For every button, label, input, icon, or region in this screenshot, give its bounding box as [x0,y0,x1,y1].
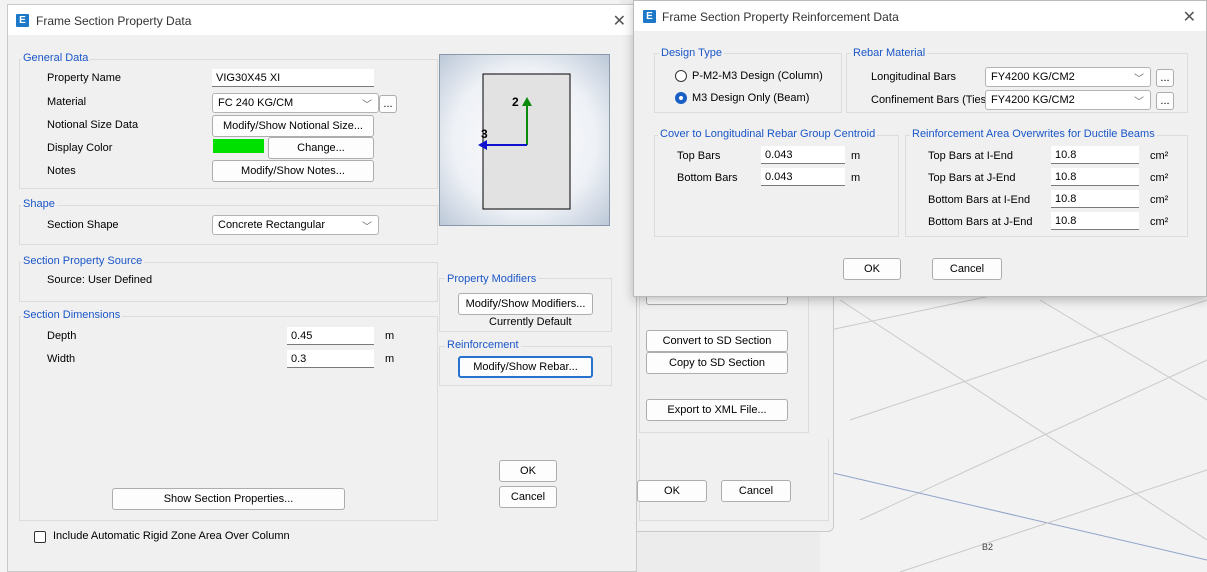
main-titlebar[interactable]: E Frame Section Property Data ✕ [8,5,636,35]
cover-top-label: Top Bars [677,150,721,162]
overwrite-row-input[interactable] [1051,168,1139,186]
rebar-dialog-title: Frame Section Property Reinforcement Dat… [662,10,899,24]
reinforcement-label: Reinforcement [445,339,521,351]
depth-input[interactable] [287,327,374,345]
section-preview: 2 3 [439,54,610,226]
longitudinal-bars-label: Longitudinal Bars [871,71,957,83]
cover-bottom-input[interactable] [761,168,845,186]
design-type-label: Design Type [659,47,724,59]
width-unit: m [385,353,395,365]
notes-label: Notes [47,165,76,177]
main-dialog-title: Frame Section Property Data [36,14,192,28]
modify-notes-button[interactable]: Modify/Show Notes... [212,160,374,182]
modify-modifiers-button[interactable]: Modify/Show Modifiers... [458,293,593,315]
section-shape-select[interactable]: Concrete Rectangular ﹀ [212,215,379,235]
rebar-material-label: Rebar Material [851,47,928,59]
property-modifiers-label: Property Modifiers [445,273,539,285]
rebar-data-dialog: E Frame Section Property Reinforcement D… [633,0,1207,297]
confinement-bars-label: Confinement Bars (Ties) [871,94,990,106]
copy-to-sd-section-button[interactable]: Copy to SD Section [646,352,788,374]
overwrite-row-unit: cm² [1150,172,1169,184]
source-text: Source: User Defined [47,274,153,286]
material-ellipsis-button[interactable]: ... [379,95,397,113]
overwrites-label: Reinforcement Area Overwrites for Ductil… [910,128,1157,140]
close-icon[interactable]: ✕ [613,11,626,31]
etabs-app-icon: E [16,14,29,27]
overwrite-row-unit: cm² [1150,150,1169,162]
chevron-down-icon: ﹀ [1134,97,1144,108]
design-type-beam-radio[interactable] [675,92,687,104]
notional-size-label: Notional Size Data [47,119,139,131]
cover-top-unit: m [851,150,861,162]
close-icon[interactable]: ✕ [1183,7,1196,27]
overwrite-row-unit: cm² [1150,216,1169,228]
show-section-properties-button[interactable]: Show Section Properties... [112,488,345,510]
overwrite-row-input[interactable] [1051,212,1139,230]
section-preview-drawing: 2 3 [478,73,571,210]
overwrite-row-label: Bottom Bars at J-End [928,216,1033,228]
design-type-beam-label: M3 Design Only (Beam) [692,92,810,104]
cover-top-input[interactable] [761,146,845,164]
confinement-bars-value: FY4200 KG/CM2 [991,94,1075,106]
general-data-label: General Data [21,52,91,64]
width-input[interactable] [287,350,374,368]
section-property-source-label: Section Property Source [21,255,145,267]
export-to-xml-button[interactable]: Export to XML File... [646,399,788,421]
longitudinal-bars-select[interactable]: FY4200 KG/CM2 ﹀ [985,67,1151,87]
frame-section-middle-dialog: Convert to SD Section Copy to SD Section… [620,280,834,532]
longitudinal-ellipsis-button[interactable]: ... [1156,69,1174,87]
overwrite-row-unit: cm² [1150,194,1169,206]
modifiers-status: Currently Default [489,316,572,328]
overwrite-row-input[interactable] [1051,190,1139,208]
rebar-ok-button[interactable]: OK [843,258,901,280]
longitudinal-bars-value: FY4200 KG/CM2 [991,71,1075,83]
chevron-down-icon: ﹀ [362,100,372,111]
cover-label: Cover to Longitudinal Rebar Group Centro… [658,128,878,140]
design-type-group [654,53,842,113]
middle-ok-button[interactable]: OK [637,480,707,502]
main-cancel-button[interactable]: Cancel [499,486,557,508]
overwrite-row-label: Top Bars at J-End [928,172,1016,184]
width-label: Width [47,353,76,365]
cover-bottom-unit: m [851,172,861,184]
material-select[interactable]: FC 240 KG/CM ﹀ [212,93,379,113]
cover-bottom-label: Bottom Bars [677,172,738,184]
main-ok-button[interactable]: OK [499,460,557,482]
confinement-bars-select[interactable]: FY4200 KG/CM2 ﹀ [985,90,1151,110]
material-label: Material [47,96,87,108]
property-name-label: Property Name [47,72,121,84]
grid-bubble-label: B2 [982,542,993,552]
change-color-button[interactable]: Change... [268,137,374,159]
confinement-ellipsis-button[interactable]: ... [1156,92,1174,110]
modify-rebar-button[interactable]: Modify/Show Rebar... [458,356,593,378]
middle-cancel-button[interactable]: Cancel [721,480,791,502]
section-dimensions-label: Section Dimensions [21,309,123,321]
frame-section-property-dialog: E Frame Section Property Data ✕ General … [7,4,637,572]
display-color-label: Display Color [47,142,113,154]
depth-unit: m [385,330,395,342]
axis-3-label: 3 [481,127,488,141]
overwrite-row-input[interactable] [1051,146,1139,164]
material-select-value: FC 240 KG/CM [218,97,294,109]
rigid-zone-label: Include Automatic Rigid Zone Area Over C… [53,530,290,542]
section-shape-value: Concrete Rectangular [218,219,326,231]
property-name-input[interactable] [212,69,374,87]
overwrite-row-label: Bottom Bars at I-End [928,194,1031,206]
etabs-app-icon: E [643,10,656,23]
convert-to-sd-section-button[interactable]: Convert to SD Section [646,330,788,352]
design-type-column-radio[interactable] [675,70,687,82]
overwrite-row-label: Top Bars at I-End [928,150,1013,162]
depth-label: Depth [47,330,77,342]
display-color-swatch[interactable] [213,139,264,153]
axis-2-label: 2 [512,95,519,109]
rebar-cancel-button[interactable]: Cancel [932,258,1002,280]
shape-label: Shape [21,198,57,210]
rigid-zone-checkbox[interactable] [34,531,46,543]
rebar-titlebar[interactable]: E Frame Section Property Reinforcement D… [634,1,1206,31]
section-shape-label: Section Shape [47,219,119,231]
design-type-column-label: P-M2-M3 Design (Column) [692,70,823,82]
chevron-down-icon: ﹀ [362,222,372,233]
modify-notional-size-button[interactable]: Modify/Show Notional Size... [212,115,374,137]
chevron-down-icon: ﹀ [1134,74,1144,85]
